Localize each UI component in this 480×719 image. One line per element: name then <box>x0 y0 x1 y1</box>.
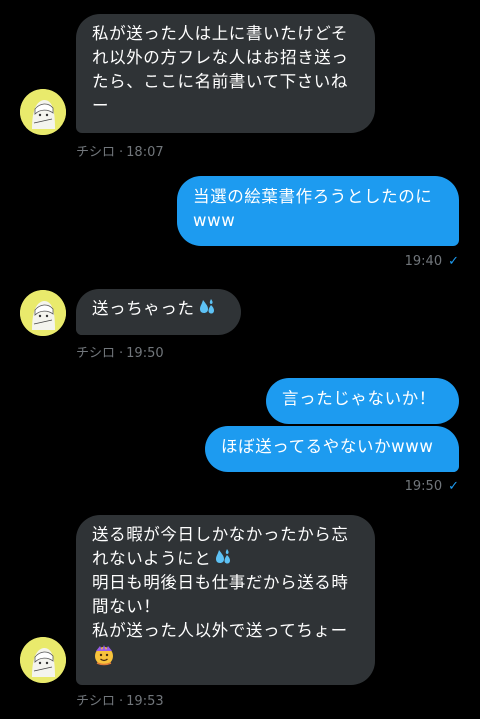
message-bubble[interactable]: 当選の絵葉書作ろうとしたのに www <box>177 176 459 246</box>
read-check-icon: ✓ <box>448 479 459 494</box>
meta-separator: · <box>119 694 124 709</box>
message-bubble[interactable]: 私が送った人は上に書いたけどそ れ以外の方フレな人はお招き送っ たら、ここに名前… <box>76 14 375 133</box>
message-meta: チシロ · 19:53 <box>76 690 164 709</box>
message-text-line <box>92 643 359 669</box>
message-time: 19:50 <box>404 479 443 494</box>
message-time: 19:53 <box>126 694 164 709</box>
message-bubble[interactable]: 送っちゃった <box>76 289 241 335</box>
message-text-line: 私が送った人以外で送ってちょー <box>92 621 348 640</box>
meta-separator: · <box>119 145 124 160</box>
message-text-line: 言ったじゃないか！ <box>282 389 436 408</box>
avatar[interactable] <box>20 637 66 683</box>
avatar-image <box>20 89 66 135</box>
message-bubble[interactable]: 送る暇が今日しかなかったから忘 れないようにと 明日も明後日も仕事だから送る時 … <box>76 515 375 685</box>
message-text-line: 明日も明後日も仕事だから送る時 <box>92 573 349 592</box>
message-text-line: れ以外の方フレな人はお招き送っ <box>92 48 349 67</box>
message-text: れないようにと <box>92 549 212 568</box>
avatar[interactable] <box>20 290 66 336</box>
sender-name: チシロ <box>76 694 116 709</box>
message-text: 送っちゃった <box>92 299 195 318</box>
read-check-icon: ✓ <box>448 254 459 269</box>
message-text-line: 私が送った人は上に書いたけどそ <box>92 24 349 43</box>
message-incoming-3: 送る暇が今日しかなかったから忘 れないようにと 明日も明後日も仕事だから送る時 … <box>0 505 480 719</box>
message-text-line: れないようにと <box>92 547 359 571</box>
message-bubble[interactable]: ほぼ送ってるやないかwww <box>205 426 459 472</box>
message-text-line: たら、ここに名前書いて下さいね <box>92 72 349 91</box>
message-text-line: 送っちゃった <box>92 297 225 321</box>
message-meta: 19:40 ✓ <box>405 254 459 269</box>
message-text-line: 送る暇が今日しかなかったから忘 <box>92 525 349 544</box>
message-text-line: ほぼ送ってるやないかwww <box>221 437 434 456</box>
sweat-droplets-icon <box>199 299 214 314</box>
message-incoming-2: 送っちゃった チシロ · 19:50 <box>0 275 480 365</box>
sweat-droplets-icon <box>216 549 231 564</box>
avatar-image <box>20 637 66 683</box>
message-outgoing-1: 当選の絵葉書作ろうとしたのに www 19:40 ✓ <box>0 165 480 275</box>
message-time: 18:07 <box>126 145 164 160</box>
sender-name: チシロ <box>76 346 116 361</box>
message-incoming-1: 私が送った人は上に書いたけどそ れ以外の方フレな人はお招き送っ たら、ここに名前… <box>0 0 480 165</box>
message-outgoing-group: 言ったじゃないか！ ほぼ送ってるやないかwww 19:50 ✓ <box>0 365 480 505</box>
avatar-image <box>20 290 66 336</box>
message-meta: チシロ · 18:07 <box>76 141 164 160</box>
avatar[interactable] <box>20 89 66 135</box>
message-text-line: 間ない！ <box>92 597 161 616</box>
message-time: 19:50 <box>126 346 164 361</box>
message-text-line: www <box>193 211 236 230</box>
message-meta: チシロ · 19:50 <box>76 342 164 361</box>
sender-name: チシロ <box>76 145 116 160</box>
message-text-line: 当選の絵葉書作ろうとしたのに <box>193 187 433 206</box>
message-text-line: ー <box>92 96 110 115</box>
message-time: 19:40 <box>404 254 443 269</box>
meta-separator: · <box>119 346 124 361</box>
message-bubble[interactable]: 言ったじゃないか！ <box>266 378 459 424</box>
woozy-face-icon <box>95 645 113 666</box>
message-meta: 19:50 ✓ <box>405 479 459 494</box>
